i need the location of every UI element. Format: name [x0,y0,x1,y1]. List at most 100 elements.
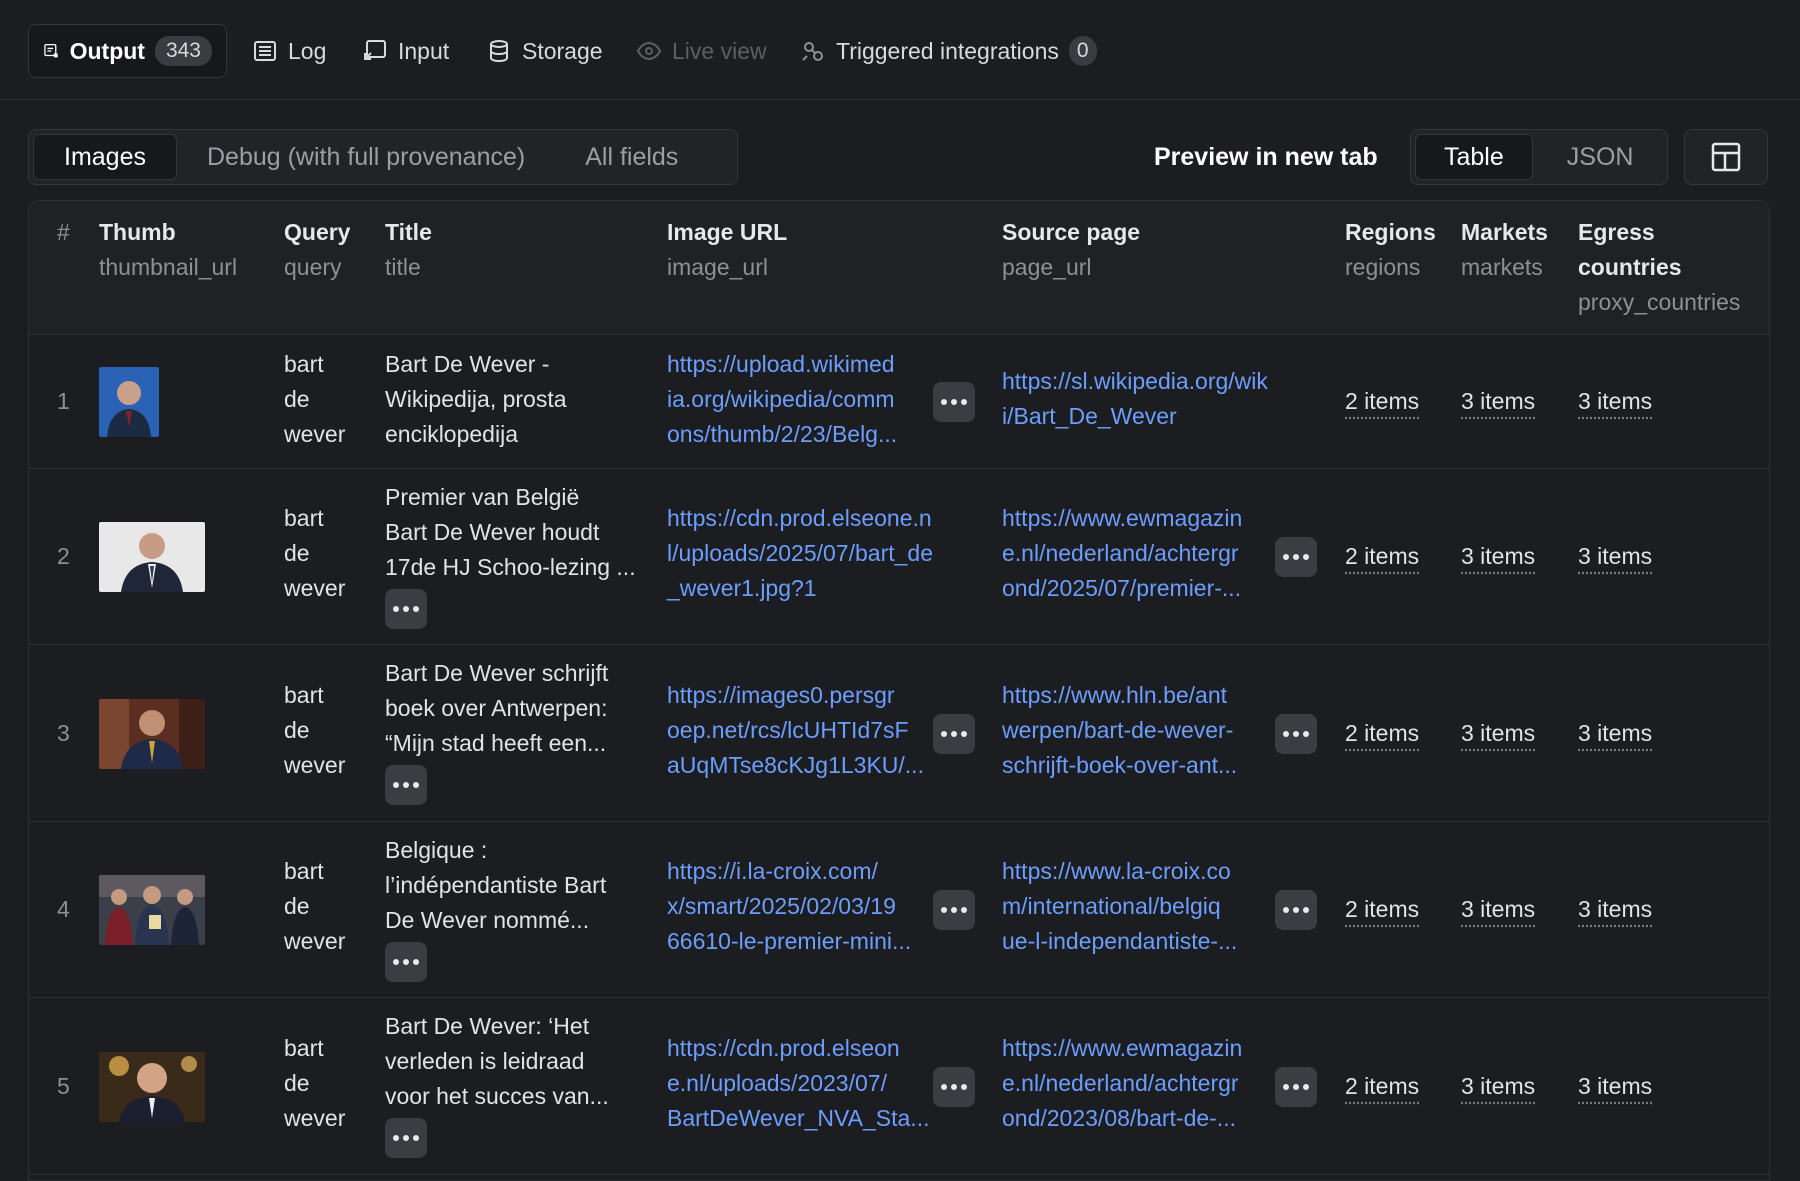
thumbnail-image[interactable] [99,367,159,437]
view-tab-all-fields[interactable]: All fields [555,134,708,180]
header-row-number: # [57,219,70,245]
table-row: 1 bart de wever Bart De Wever - Wikipedija,… [29,335,1769,469]
table-row: 2 bart de wever Premier van België Bart De … [29,469,1769,645]
image-url-more-button[interactable] [933,714,975,754]
markets-items[interactable]: 3 items [1461,716,1535,751]
egress-items[interactable]: 3 items [1578,539,1652,574]
query-cell: bart de wever [284,351,346,447]
tab-log[interactable]: Log [238,24,340,78]
source-page-link[interactable]: https://www.ewmagazin e.nl/nederland/acht… [1002,1031,1242,1136]
image-url-link[interactable]: https://images0.persgr oep.net/rcs/lcUHTI… [667,678,924,783]
regions-items[interactable]: 2 items [1345,892,1419,927]
title-more-button[interactable] [385,942,427,982]
image-url-link[interactable]: https://i.la-croix.com/x/smart/2025/02/0… [667,854,911,959]
format-table-option[interactable]: Table [1415,134,1533,180]
source-page-link[interactable]: https://www.la-croix.co m/international/b… [1002,854,1237,959]
row-number: 2 [57,543,70,569]
egress-items[interactable]: 3 items [1578,384,1652,419]
format-toggle: Table JSON [1410,129,1668,185]
layout-panel-icon [1711,142,1741,172]
title-cell: Bart De Wever schrijft boek over Antwerpe… [385,660,609,756]
title-cell: Bart De Wever - Wikipedija, prosta enciklo… [385,351,567,447]
regions-items[interactable]: 2 items [1345,1069,1419,1104]
table-header: # Thumb thumbnail_url Query query Title … [29,201,1769,335]
markets-items[interactable]: 3 items [1461,892,1535,927]
tab-output[interactable]: Output 343 [28,24,227,78]
markets-items[interactable]: 3 items [1461,539,1535,574]
header-egress-countries[interactable]: Egress countries proxy_countries [1578,215,1740,320]
markets-items[interactable]: 3 items [1461,1069,1535,1104]
view-tab-images[interactable]: Images [33,134,177,180]
header-thumb[interactable]: Thumb thumbnail_url [99,215,237,285]
tab-storage-label: Storage [522,37,603,64]
source-page-more-button[interactable] [1275,537,1317,577]
title-more-button[interactable] [385,1118,427,1158]
title-cell: Premier van België Bart De Wever houdt 17d… [385,484,636,580]
tab-output-label: Output [69,37,145,64]
preview-in-new-tab-button[interactable]: Preview in new tab [1142,129,1390,185]
row-number: 4 [57,896,70,922]
query-cell: bart de wever [284,682,346,778]
tab-log-label: Log [288,37,327,64]
regions-items[interactable]: 2 items [1345,384,1419,419]
tab-input-label: Input [398,37,450,64]
source-page-more-button[interactable] [1275,714,1317,754]
tab-storage[interactable]: Storage [472,24,617,78]
portrait-thumbnail-graphic [99,367,159,437]
image-url-link[interactable]: https://upload.wikimed ia.org/wikipedia/c… [667,347,897,452]
title-more-button[interactable] [385,765,427,805]
live-view-eye-icon [636,41,662,61]
table-row: 3 bart de wever Bart De Wever schrijft boek… [29,645,1769,822]
portrait-thumbnail-graphic [99,699,205,769]
source-page-more-button[interactable] [1275,890,1317,930]
query-cell: bart de wever [284,505,346,601]
triggered-count-badge: 0 [1068,36,1097,66]
image-url-link[interactable]: https://cdn.prod.elseon e.nl/uploads/2023… [667,1031,929,1136]
title-cell: Bart De Wever: ‘Het verleden is leidraad v… [385,1013,609,1109]
format-json-option[interactable]: JSON [1533,134,1668,180]
image-url-more-button[interactable] [933,1067,975,1107]
markets-items[interactable]: 3 items [1461,384,1535,419]
title-more-button[interactable] [385,589,427,629]
output-icon [44,43,58,58]
tab-input[interactable]: Input [348,24,463,78]
egress-items[interactable]: 3 items [1578,892,1652,927]
table-row: 4 bart de wever Belgique : l’indépendantist… [29,822,1769,998]
portrait-thumbnail-graphic [99,1052,205,1122]
source-page-link[interactable]: https://sl.wikipedia.org/wik i/Bart_De_We… [1002,364,1268,434]
tab-triggered-integrations[interactable]: Triggered integrations 0 [786,24,1111,78]
header-markets[interactable]: Markets markets [1461,215,1548,285]
top-tab-bar: Output 343 Log Input Storage Live view T… [0,0,1800,100]
egress-items[interactable]: 3 items [1578,1069,1652,1104]
thumbnail-image[interactable] [99,522,205,592]
egress-items[interactable]: 3 items [1578,716,1652,751]
results-table: # Thumb thumbnail_url Query query Title … [28,200,1770,1181]
header-query[interactable]: Query query [284,215,350,285]
database-icon [490,40,508,63]
source-page-link[interactable]: https://www.ewmagazin e.nl/nederland/acht… [1002,501,1242,606]
tab-live-view[interactable]: Live view [622,24,781,78]
source-page-more-button[interactable] [1275,1067,1317,1107]
query-cell: bart de wever [284,1035,346,1131]
row-number: 1 [57,388,70,414]
output-count-badge: 343 [154,36,212,66]
image-url-more-button[interactable] [933,890,975,930]
thumbnail-image[interactable] [99,1052,205,1122]
image-url-more-button[interactable] [933,382,975,422]
thumbnail-image[interactable] [99,699,205,769]
header-source-page[interactable]: Source page page_url [1002,215,1140,285]
portrait-thumbnail-graphic [99,522,205,592]
regions-items[interactable]: 2 items [1345,716,1419,751]
view-tabs: Images Debug (with full provenance) All … [28,129,738,185]
regions-items[interactable]: 2 items [1345,539,1419,574]
header-image-url[interactable]: Image URL image_url [667,215,787,285]
view-tab-debug[interactable]: Debug (with full provenance) [177,134,555,180]
header-title[interactable]: Title title [385,215,432,285]
image-url-link[interactable]: https://cdn.prod.elseone.n l/uploads/2025… [667,501,933,606]
row-number: 3 [57,720,70,746]
layout-toggle-button[interactable] [1684,129,1768,185]
header-regions[interactable]: Regions regions [1345,215,1436,285]
group-photo-thumbnail-graphic [99,875,205,945]
source-page-link[interactable]: https://www.hln.be/ant werpen/bart-de-wev… [1002,678,1237,783]
thumbnail-image[interactable] [99,875,205,945]
